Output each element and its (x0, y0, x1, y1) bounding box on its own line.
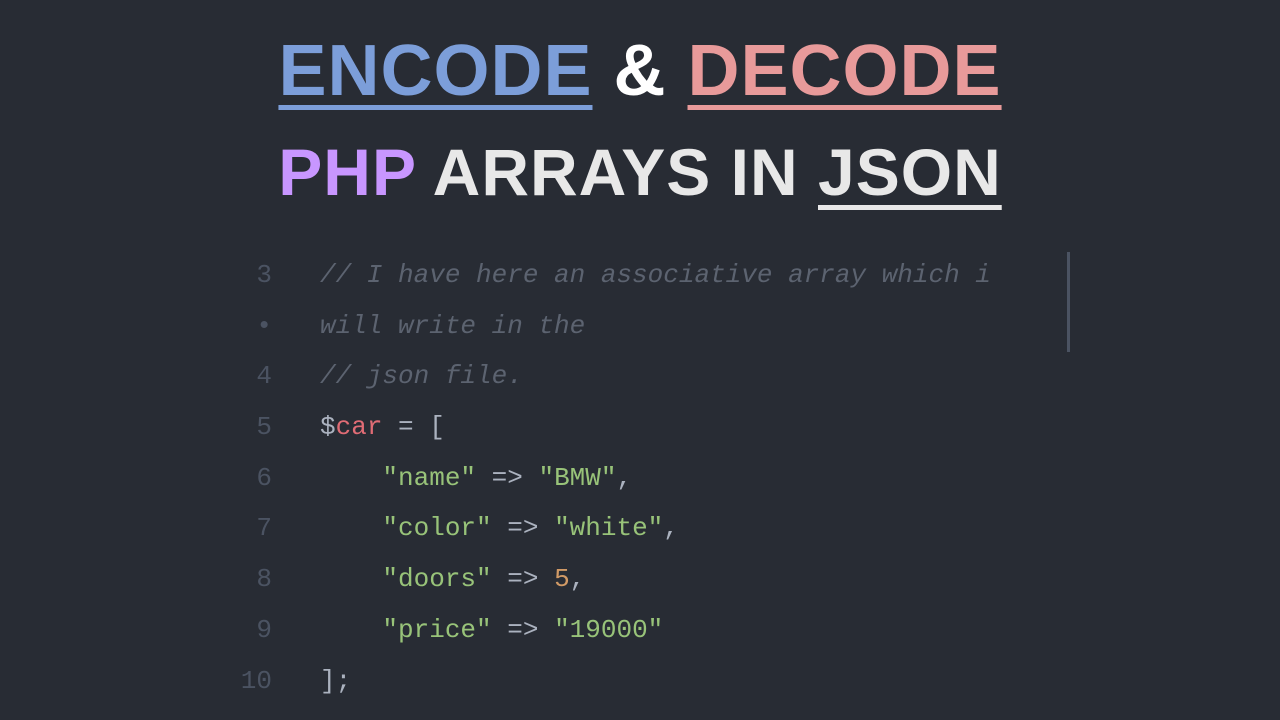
line-number: 7 (230, 503, 320, 554)
code-block: 3// I have here an associative array whi… (230, 250, 1050, 706)
array-key: "price" (382, 615, 491, 645)
code-line: 6 "name" => "BMW", (230, 453, 1050, 504)
title-json: JSON (818, 135, 1002, 209)
code-line: 10]; (230, 656, 1050, 707)
title-encode: ENCODE (278, 31, 592, 111)
array-key: "name" (382, 463, 476, 493)
code-content: // json file. (320, 351, 1050, 402)
closing-bracket: ]; (320, 666, 351, 696)
code-line: 3// I have here an associative array whi… (230, 250, 1050, 301)
title-amp: & (614, 31, 667, 111)
line-number: • (230, 301, 320, 352)
line-number: 4 (230, 351, 320, 402)
line-number: 6 (230, 453, 320, 504)
code-content: "price" => "19000" (320, 605, 1050, 656)
array-value: 5 (554, 564, 570, 594)
line-number: 8 (230, 554, 320, 605)
array-key: "doors" (382, 564, 491, 594)
title-php: PHP (278, 135, 416, 209)
line-number: 9 (230, 605, 320, 656)
code-content: // I have here an associative array whic… (320, 250, 1050, 301)
array-value: "19000" (554, 615, 663, 645)
array-value: "BMW" (538, 463, 616, 493)
line-number: 5 (230, 402, 320, 453)
code-content: $car = [ (320, 402, 1050, 453)
comment-text: // I have here an associative array whic… (320, 260, 991, 290)
comment-text: will write in the (320, 311, 585, 341)
variable-name: car (336, 412, 383, 442)
arrow-operator: => (492, 513, 554, 543)
arrow-operator: => (476, 463, 538, 493)
code-content: will write in the (320, 301, 1050, 352)
array-value: "white" (554, 513, 663, 543)
code-line: 5$car = [ (230, 402, 1050, 453)
title-line-2: PHP ARRAYS IN JSON (278, 134, 1001, 210)
code-content: "name" => "BMW", (320, 453, 1050, 504)
code-line: 4// json file. (230, 351, 1050, 402)
code-line: 7 "color" => "white", (230, 503, 1050, 554)
title-arrays-in: ARRAYS IN (433, 135, 799, 209)
slide-container: ENCODE & DECODE PHP ARRAYS IN JSON 3// I… (0, 0, 1280, 720)
code-content: "color" => "white", (320, 503, 1050, 554)
code-line: •will write in the (230, 301, 1050, 352)
line-number: 3 (230, 250, 320, 301)
array-key: "color" (382, 513, 491, 543)
title-decode: DECODE (688, 31, 1002, 111)
code-line: 9 "price" => "19000" (230, 605, 1050, 656)
code-line: 8 "doors" => 5, (230, 554, 1050, 605)
code-content: "doors" => 5, (320, 554, 1050, 605)
line-number: 10 (230, 656, 320, 707)
title-line-1: ENCODE & DECODE (278, 30, 1001, 112)
arrow-operator: => (492, 615, 554, 645)
comment-text: // json file. (320, 361, 523, 391)
scroll-indicator (1067, 252, 1070, 352)
code-content: ]; (320, 656, 1050, 707)
arrow-operator: => (492, 564, 554, 594)
